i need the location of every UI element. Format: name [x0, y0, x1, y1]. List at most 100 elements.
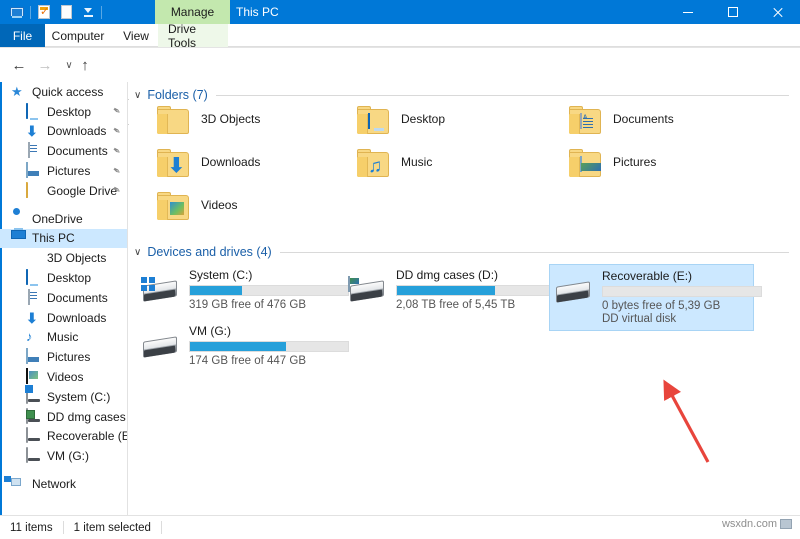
sidebar-item-documents[interactable]: Documents ✒ [0, 141, 127, 161]
tab-file[interactable]: File [0, 24, 45, 47]
sidebar-item-quick-access[interactable]: ★ Quick access [0, 82, 127, 102]
folder-tile[interactable]: ⬇ Downloads [157, 149, 260, 179]
chevron-down-icon[interactable]: ∨ [134, 247, 141, 258]
network-drive-icon [26, 407, 42, 425]
sidebar-item-dd-dmg-cases-d[interactable]: DD dmg cases (D:) [0, 407, 127, 427]
sidebar-item-label: Downloads [47, 124, 107, 139]
group-header-folders[interactable]: ∨ Folders (7) [134, 88, 789, 102]
properties-icon[interactable] [33, 0, 55, 24]
sidebar-item-music[interactable]: ♪ Music [0, 328, 127, 348]
sidebar-item-google-drive[interactable]: Google Drive ✒ [0, 181, 127, 201]
drive-free-space: 2,08 TB free of 5,45 TB [396, 299, 516, 311]
download-icon: ⬇ [26, 309, 38, 326]
sidebar-item-label: OneDrive [32, 211, 83, 226]
divider [279, 251, 789, 253]
sidebar-item-this-pc[interactable]: This PC [0, 228, 127, 249]
folder-icon [26, 181, 42, 199]
cloud-icon [11, 211, 27, 227]
sidebar-item-label: Pictures [47, 164, 91, 179]
drive-icon [26, 447, 42, 464]
pin-icon[interactable]: ✒ [109, 105, 122, 119]
folder-tile[interactable]: Desktop [357, 106, 445, 136]
drive-tile[interactable]: VM (G:) 174 GB free of 447 GB [137, 320, 349, 372]
tab-drive-tools[interactable]: Drive Tools [158, 22, 228, 50]
sidebar-item-label: DD dmg cases (D:) [47, 409, 127, 424]
customize-dropdown-icon[interactable] [77, 0, 99, 24]
up-button[interactable]: ↑ [74, 54, 96, 76]
folder-documents-icon [569, 106, 603, 136]
sidebar-item-label: System (C:) [47, 389, 111, 404]
capacity-bar [189, 341, 349, 352]
folder-label: Pictures [613, 155, 657, 169]
picture-icon [26, 348, 42, 365]
drive-icon [554, 278, 594, 310]
sidebar-item-label: VM (G:) [47, 449, 89, 464]
sidebar-item-system-c[interactable]: System (C:) [0, 387, 127, 407]
folder-desktop-icon [357, 106, 391, 136]
drive-name: DD dmg cases (D:) [396, 268, 499, 282]
folder-tile[interactable]: ♫ Music [357, 149, 432, 179]
drive-icon [348, 276, 388, 309]
drive-tile[interactable]: Recoverable (E:) 0 bytes free of 5,39 GB D… [549, 264, 762, 331]
minimize-button[interactable] [665, 0, 710, 24]
sidebar-item-label: Music [47, 330, 79, 345]
sidebar-item-label: Documents [47, 290, 108, 305]
desktop-icon [26, 102, 42, 120]
sidebar-item-documents[interactable]: Documents [0, 288, 127, 308]
sidebar-item-pictures[interactable]: Pictures [0, 347, 127, 367]
this-pc-icon[interactable] [6, 0, 28, 24]
folder-tile[interactable]: 3D Objects [157, 106, 260, 136]
folder-videos-icon [157, 192, 191, 222]
drive-tile[interactable]: DD dmg cases (D:) 2,08 TB free of 5,45 TB [344, 264, 556, 316]
drive-free-space: 319 GB free of 476 GB [189, 299, 306, 311]
sidebar-item-network[interactable]: Network [0, 474, 127, 494]
system-drive-icon [26, 387, 42, 405]
network-icon [4, 476, 27, 492]
sidebar-item-label: Google Drive [47, 183, 118, 198]
new-folder-icon[interactable] [55, 0, 77, 24]
sidebar-item-3d-objects[interactable]: 3D Objects [0, 248, 127, 268]
watermark-text: wsxdn.com [721, 518, 777, 530]
star-icon: ★ [11, 83, 23, 99]
divider [101, 5, 102, 19]
sidebar-item-onedrive[interactable]: OneDrive [0, 209, 127, 229]
contextual-tab-manage[interactable]: Manage [155, 0, 230, 24]
sidebar-item-pictures[interactable]: Pictures ✒ [0, 161, 127, 181]
close-button[interactable] [755, 0, 800, 24]
sidebar-item-label: Desktop [47, 271, 92, 286]
sidebar-item-downloads[interactable]: ⬇ Downloads [0, 308, 127, 328]
drive-tile[interactable]: System (C:) 319 GB free of 476 GB [137, 264, 349, 316]
tab-view[interactable]: View [115, 24, 157, 47]
pin-icon[interactable]: ✒ [109, 164, 122, 178]
maximize-button[interactable] [710, 0, 755, 24]
document-icon [26, 142, 42, 159]
drive-icon [26, 427, 42, 444]
pin-icon[interactable]: ✒ [109, 125, 122, 139]
chevron-down-icon[interactable]: ∨ [134, 90, 141, 101]
back-button[interactable]: ← [8, 54, 30, 76]
folder-tile[interactable]: Pictures [569, 149, 656, 179]
sidebar-item-vm-g[interactable]: VM (G:) [0, 446, 127, 466]
sidebar-item-label: Videos [47, 370, 84, 385]
sidebar-item-videos[interactable]: Videos [0, 367, 127, 387]
window-title: This PC [236, 5, 279, 19]
drive-description: DD virtual disk [602, 313, 677, 325]
folder-tile[interactable]: Videos [157, 192, 237, 222]
sidebar-item-recoverable-e[interactable]: Recoverable (E:) [0, 427, 127, 447]
sidebar-item-desktop[interactable]: Desktop ✒ [0, 102, 127, 122]
forward-button[interactable]: → [34, 54, 56, 76]
status-selection: 1 item selected [73, 521, 151, 534]
this-pc-icon [11, 228, 27, 246]
folder-tile[interactable]: Documents [569, 106, 674, 136]
folder-label: Videos [201, 198, 238, 212]
sidebar-item-downloads[interactable]: ⬇ Downloads ✒ [0, 122, 127, 142]
main-body: ★ Quick access Desktop ✒ ⬇ Downloads ✒ Document… [0, 82, 800, 515]
group-title-devices: Devices and drives (4) [147, 245, 272, 259]
network-share-icon [348, 276, 363, 292]
group-header-devices[interactable]: ∨ Devices and drives (4) [134, 245, 789, 259]
drive-free-space: 0 bytes free of 5,39 GB [602, 300, 721, 312]
tab-computer[interactable]: Computer [47, 24, 109, 47]
sidebar-item-desktop[interactable]: Desktop [0, 268, 127, 288]
pin-icon[interactable]: ✒ [109, 144, 122, 158]
